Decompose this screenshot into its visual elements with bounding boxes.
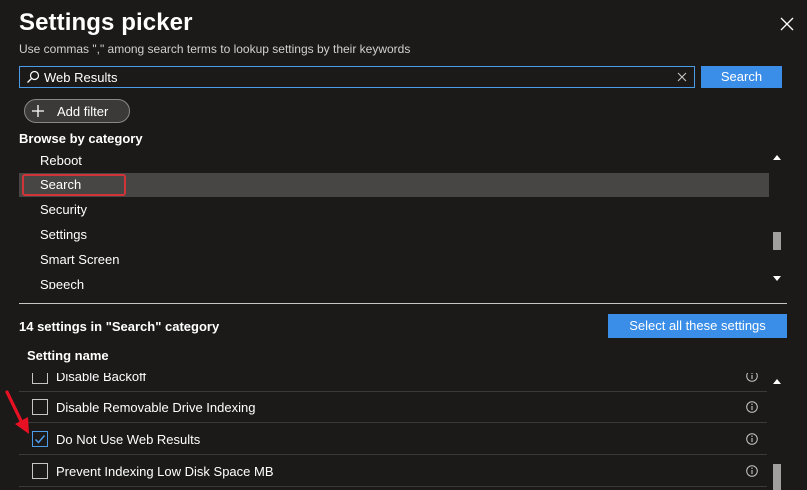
search-button[interactable]: Search bbox=[701, 66, 782, 88]
search-field[interactable] bbox=[19, 66, 695, 88]
scroll-down-icon[interactable] bbox=[773, 274, 781, 282]
category-label: Speech bbox=[40, 277, 85, 289]
select-all-button[interactable]: Select all these settings bbox=[608, 314, 787, 338]
divider bbox=[19, 303, 787, 304]
category-item-security[interactable]: Security bbox=[19, 198, 769, 222]
scroll-up-icon[interactable] bbox=[773, 154, 781, 162]
category-list: Reboot Search Security Settings Smart Sc… bbox=[19, 149, 769, 289]
scroll-thumb[interactable] bbox=[773, 464, 781, 490]
info-icon[interactable] bbox=[746, 373, 758, 382]
setting-checkbox[interactable] bbox=[32, 463, 48, 479]
info-icon[interactable] bbox=[746, 465, 758, 477]
setting-checkbox[interactable] bbox=[32, 373, 48, 384]
setting-name: Disable Removable Drive Indexing bbox=[56, 400, 256, 415]
clear-icon[interactable] bbox=[676, 71, 688, 83]
page-subtitle: Use commas "," among search terms to loo… bbox=[19, 42, 411, 56]
table-row[interactable]: Prevent Indexing Low Disk Space MB bbox=[19, 456, 767, 487]
scroll-up-icon[interactable] bbox=[773, 378, 781, 386]
category-item-search[interactable]: Search bbox=[19, 173, 769, 197]
table-row[interactable]: Do Not Use Web Results bbox=[19, 424, 767, 455]
category-label: Settings bbox=[40, 227, 87, 242]
add-filter-label: Add filter bbox=[57, 104, 109, 119]
category-label: Reboot bbox=[40, 153, 82, 168]
category-item-smart-screen[interactable]: Smart Screen bbox=[19, 248, 769, 272]
page-title: Settings picker bbox=[19, 9, 193, 36]
search-icon bbox=[27, 70, 40, 83]
setting-name: Do Not Use Web Results bbox=[56, 432, 201, 447]
info-icon[interactable] bbox=[746, 401, 758, 413]
setting-name: Disable Backoff bbox=[56, 373, 147, 384]
category-item-reboot[interactable]: Reboot bbox=[19, 149, 769, 173]
checkmark-icon bbox=[34, 435, 46, 444]
annotation-arrow-icon bbox=[5, 390, 29, 434]
search-input[interactable] bbox=[44, 67, 674, 87]
column-header-setting-name[interactable]: Setting name bbox=[27, 348, 109, 363]
category-label: Search bbox=[40, 177, 82, 192]
plus-icon bbox=[32, 105, 44, 117]
settings-count: 14 settings in "Search" category bbox=[19, 319, 220, 334]
close-icon[interactable] bbox=[779, 16, 795, 32]
category-item-settings[interactable]: Settings bbox=[19, 223, 769, 247]
setting-checkbox-checked[interactable] bbox=[32, 431, 48, 447]
category-item-speech[interactable]: Speech bbox=[19, 273, 769, 289]
table-row[interactable]: Disable Backoff bbox=[19, 373, 767, 392]
category-label: Smart Screen bbox=[40, 252, 120, 267]
settings-list: Disable Backoff Disable Removable Drive … bbox=[19, 373, 767, 490]
setting-name: Prevent Indexing Low Disk Space MB bbox=[56, 464, 274, 479]
info-icon[interactable] bbox=[746, 433, 758, 445]
settings-scrollbar[interactable] bbox=[771, 374, 783, 490]
scroll-thumb[interactable] bbox=[773, 232, 781, 250]
add-filter-button[interactable]: Add filter bbox=[24, 99, 130, 123]
browse-heading: Browse by category bbox=[19, 131, 143, 146]
setting-checkbox[interactable] bbox=[32, 399, 48, 415]
category-label: Security bbox=[40, 202, 87, 217]
category-scrollbar[interactable] bbox=[771, 150, 783, 286]
table-row[interactable]: Disable Removable Drive Indexing bbox=[19, 392, 767, 423]
